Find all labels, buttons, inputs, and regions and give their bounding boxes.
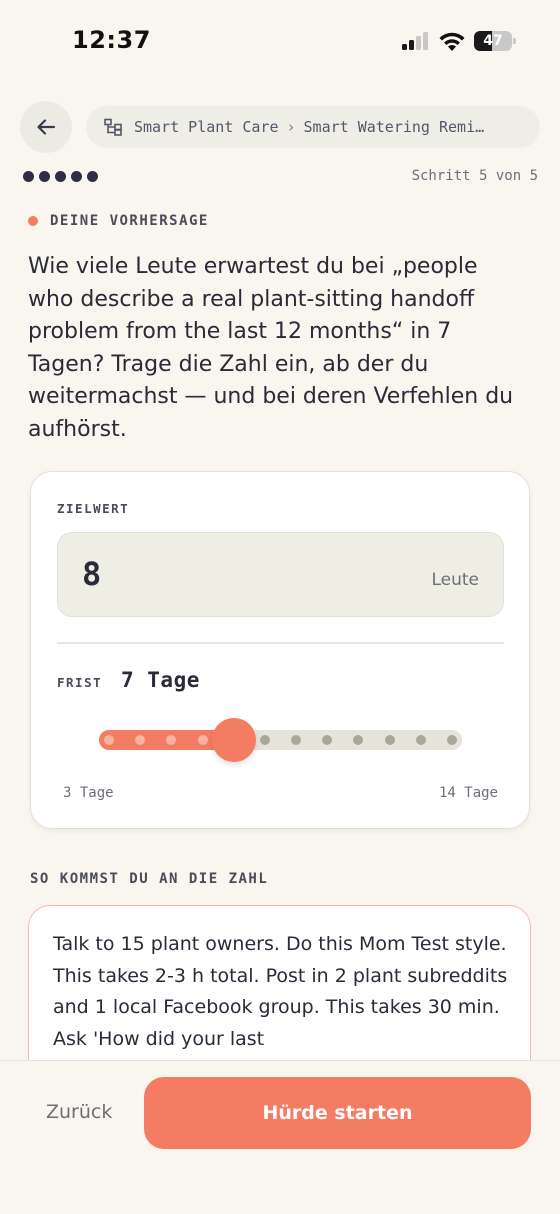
slider-tick [197,735,208,745]
slider-tick [259,735,270,745]
slider-max-label: 14 Tage [438,785,498,801]
step-dot [23,171,34,182]
step-dot [55,171,66,182]
battery-icon: 47 [474,31,516,51]
divider [57,642,504,644]
slider-tick [384,735,395,745]
breadcrumb-separator: › [286,118,296,136]
step-counter: Schritt 5 von 5 [411,168,538,184]
slider-min-label: 3 Tage [63,785,114,801]
prediction-section-label: DEINE VORHERSAGE [28,213,209,229]
hierarchy-icon [104,118,122,136]
status-time: 12:37 [72,26,151,54]
status-bar: 12:37 47 [0,0,560,84]
slider-tick [447,735,457,745]
battery-level: 47 [483,33,503,49]
prediction-question: Wie viele Leute erwartest du bei „people… [28,254,514,442]
bottom-action-bar: Zurück Hürde starten [0,1060,560,1214]
deadline-value: 7 Tage [121,668,200,692]
step-progress-dots [23,171,98,182]
slider-tick [104,735,114,745]
cellular-signal-icon [402,32,430,50]
target-value-input[interactable]: 8 Leute [57,532,504,617]
deadline-slider[interactable] [99,718,462,762]
target-card: ZIELWERT 8 Leute FRIST 7 Tage 3 Tage 14 … [30,471,530,829]
target-value: 8 [82,555,102,593]
step-dot [71,171,82,182]
step-dot [87,171,98,182]
step-dot [39,171,50,182]
arrow-left-icon [37,119,56,135]
wifi-icon [438,30,466,52]
slider-tick [415,735,426,745]
breadcrumb-item-project[interactable]: Smart Plant Care [134,118,279,136]
target-unit: Leute [431,570,479,590]
breadcrumb-item-current[interactable]: Smart Watering Remi… [304,118,485,136]
how-to-label: SO KOMMST DU AN DIE ZAHL [30,871,269,887]
accent-dot [28,216,38,226]
target-label: ZIELWERT [57,501,130,516]
deadline-label: FRIST [57,675,103,690]
section-label-text: DEINE VORHERSAGE [50,213,209,229]
start-hurdle-button[interactable]: Hürde starten [144,1077,531,1149]
back-link[interactable]: Zurück [46,1101,112,1123]
how-to-text: Talk to 15 plant owners. Do this Mom Tes… [53,933,508,1050]
breadcrumb[interactable]: Smart Plant Care › Smart Watering Remi… [86,106,540,148]
back-button[interactable] [20,101,72,153]
slider-thumb[interactable] [211,718,256,762]
